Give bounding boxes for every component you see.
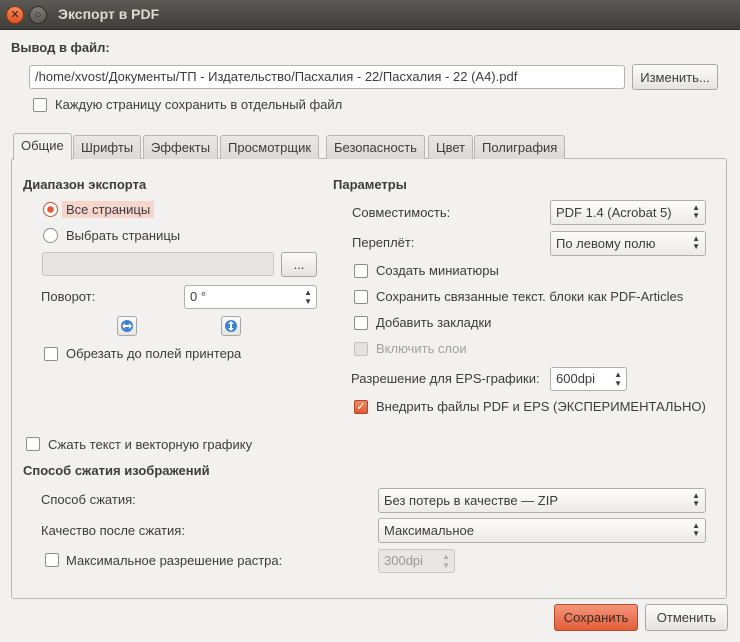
compat-select[interactable]: PDF 1.4 (Acrobat 5) ▲ ▼ (550, 200, 706, 225)
select-pages-radio[interactable] (43, 228, 58, 243)
compression-method-select[interactable]: Без потерь в качестве — ZIP ▲ ▼ (378, 488, 706, 513)
all-pages-radio[interactable] (43, 202, 58, 217)
eps-resolution-label: Разрешение для EPS-графики: (351, 371, 540, 386)
tab-general[interactable]: Общие (13, 133, 72, 160)
max-resolution-value: 300dpi (384, 553, 424, 568)
eps-resolution-value: 600dpi (556, 371, 596, 386)
layers-checkbox[interactable] (354, 342, 368, 356)
cancel-button[interactable]: Отменить (645, 604, 728, 631)
tab-viewer[interactable]: Просмотрщик (220, 135, 320, 159)
dropdown-arrows-icon: ▲ ▼ (692, 203, 700, 220)
articles-checkbox[interactable] (354, 290, 368, 304)
tab-security[interactable]: Безопасность (326, 135, 425, 159)
max-resolution-spinbox[interactable]: 300dpi ▲ ▼ (378, 549, 455, 573)
compress-text-checkbox[interactable] (26, 437, 40, 451)
eps-resolution-spinbox[interactable]: 600dpi ▲ ▼ (550, 367, 627, 391)
dropdown-arrows-icon: ▲ ▼ (692, 491, 700, 508)
mirror-horizontal-button[interactable] (117, 316, 137, 336)
rotation-value: 0 ° (190, 289, 207, 304)
embed-eps-checkbox[interactable]: ✓ (354, 400, 368, 414)
compression-method-value: Без потерь в качестве — ZIP (384, 493, 559, 508)
binding-select[interactable]: По левому полю ▲ ▼ (550, 231, 706, 256)
max-resolution-label: Максимальное разрешение растра: (66, 553, 283, 568)
params-heading: Параметры (333, 177, 407, 192)
save-button[interactable]: Сохранить (554, 604, 638, 631)
binding-value: По левому полю (556, 236, 656, 251)
output-path-input[interactable]: /home/xvost/Документы/ТП - Издательство/… (29, 65, 625, 89)
compress-text-label: Сжать текст и векторную графику (48, 437, 253, 452)
compression-quality-select[interactable]: Максимальное ▲ ▼ (378, 518, 706, 543)
bookmarks-checkbox[interactable] (354, 316, 368, 330)
compression-method-label: Способ сжатия: (41, 492, 136, 507)
arrows-horizontal-icon (121, 320, 133, 332)
bookmarks-label: Добавить закладки (376, 315, 492, 330)
spin-arrows-icon[interactable]: ▲ ▼ (304, 288, 312, 306)
compression-quality-value: Максимальное (384, 523, 474, 538)
output-section-label: Вывод в файл: (11, 40, 110, 55)
mirror-vertical-button[interactable] (221, 316, 241, 336)
close-icon[interactable]: ✕ (6, 6, 24, 24)
export-range-heading: Диапазон экспорта (23, 177, 147, 192)
rotation-label: Поворот: (41, 289, 96, 304)
compression-quality-label: Качество после сжатия: (41, 523, 185, 538)
tab-effects[interactable]: Эффекты (143, 135, 219, 159)
max-resolution-checkbox[interactable] (45, 553, 59, 567)
change-path-button[interactable]: Изменить... (632, 64, 718, 90)
binding-label: Переплёт: (352, 235, 415, 250)
thumbnails-checkbox[interactable] (354, 264, 368, 278)
separate-pages-checkbox[interactable] (33, 98, 47, 112)
maximize-icon[interactable]: ○ (29, 6, 47, 24)
dropdown-arrows-icon: ▲ ▼ (692, 234, 700, 251)
browse-pages-button[interactable]: ... (281, 252, 317, 277)
window-title: Экспорт в PDF (58, 6, 160, 22)
all-pages-label: Все страницы (62, 201, 155, 218)
tab-prepress[interactable]: Полиграфия (474, 135, 566, 159)
arrows-vertical-icon (225, 320, 237, 332)
articles-label: Сохранить связанные текст. блоки как PDF… (376, 289, 684, 304)
image-compression-heading: Способ сжатия изображений (23, 463, 210, 478)
compat-label: Совместимость: (352, 205, 451, 220)
rotation-spinbox[interactable]: 0 ° ▲ ▼ (184, 285, 317, 309)
dropdown-arrows-icon: ▲ ▼ (692, 521, 700, 538)
layers-label: Включить слои (376, 341, 467, 356)
spin-arrows-icon[interactable]: ▲ ▼ (442, 552, 450, 570)
pages-range-input[interactable] (42, 252, 274, 276)
spin-arrows-icon[interactable]: ▲ ▼ (614, 370, 622, 388)
select-pages-label: Выбрать страницы (66, 228, 181, 243)
tab-color[interactable]: Цвет (428, 135, 474, 159)
clip-margins-label: Обрезать до полей принтера (66, 346, 242, 361)
tab-fonts[interactable]: Шрифты (73, 135, 142, 159)
separate-pages-label: Каждую страницу сохранить в отдельный фа… (55, 97, 343, 112)
clip-margins-checkbox[interactable] (44, 347, 58, 361)
compat-value: PDF 1.4 (Acrobat 5) (556, 205, 672, 220)
embed-eps-label: Внедрить файлы PDF и EPS (ЭКСПЕРИМЕНТАЛЬ… (376, 399, 706, 414)
thumbnails-label: Создать миниатюры (376, 263, 499, 278)
